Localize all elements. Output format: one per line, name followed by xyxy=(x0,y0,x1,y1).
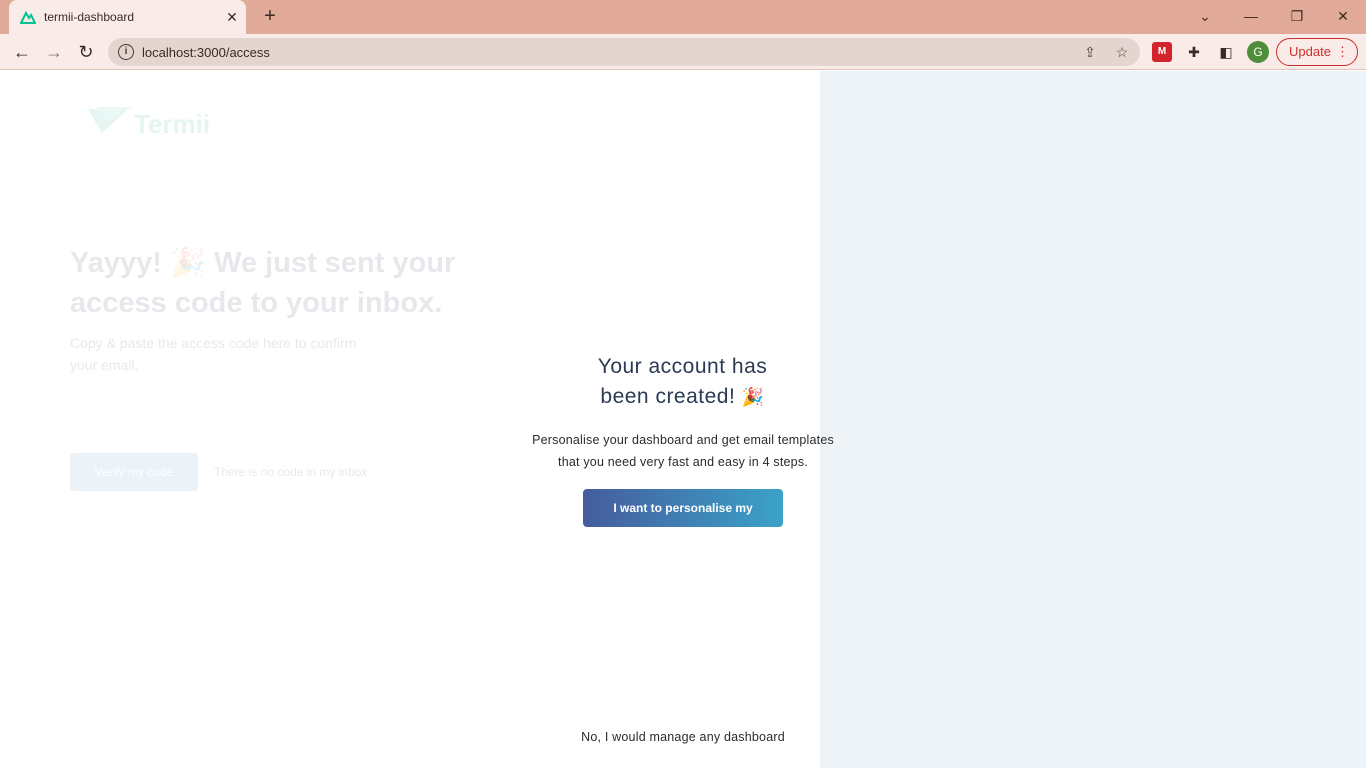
extension-icon[interactable]: M xyxy=(1152,42,1172,62)
minimize-icon[interactable]: — xyxy=(1237,4,1265,28)
party-popper-icon: 🎉 xyxy=(741,387,765,407)
tab-title: termii-dashboard xyxy=(44,10,135,24)
avatar[interactable]: G xyxy=(1247,41,1269,63)
puzzle-icon[interactable]: ✚ xyxy=(1184,42,1204,62)
url-text[interactable]: localhost:3000/access xyxy=(142,45,270,60)
share-icon[interactable]: ⇪ xyxy=(1082,44,1098,60)
background-subtitle: Copy & paste the access code here to con… xyxy=(70,335,357,373)
nuxt-icon xyxy=(20,10,36,24)
forward-icon[interactable]: → xyxy=(42,40,66,64)
page-content: Termii Yayyy! 🎉 We just sent your access… xyxy=(0,71,1366,768)
personalise-dashboard-button[interactable]: I want to personalise my dashboard xyxy=(583,489,783,553)
modal-title-line2-wrap: been created! 🎉 xyxy=(560,382,805,412)
menu-dots-icon: ⋮ xyxy=(1336,44,1349,59)
no-code-link: There is no code in my inbox xyxy=(214,465,368,479)
verify-code-button: Verify my code xyxy=(70,453,198,491)
info-icon[interactable]: i xyxy=(118,44,134,60)
modal-description-line2: that you need very fast and easy in 4 st… xyxy=(558,455,808,469)
right-panel xyxy=(820,71,1366,768)
tab-search-icon[interactable]: ⌄ xyxy=(1191,4,1219,28)
modal-description: Personalise your dashboard and get email… xyxy=(510,429,856,473)
browser-tab[interactable]: termii-dashboard ✕ xyxy=(9,0,246,34)
modal-title-line1: Your account has xyxy=(597,355,768,378)
logo-text: Termii xyxy=(134,109,211,139)
modal-title: Your account has been created! 🎉 xyxy=(560,352,805,412)
background-title: Yayyy! 🎉 We just sent your access code t… xyxy=(70,247,456,319)
update-button[interactable]: Update ⋮ xyxy=(1276,38,1358,66)
modal-title-line2: been created! xyxy=(600,385,736,408)
modal-description-line1: Personalise your dashboard and get email… xyxy=(532,433,834,447)
window-close-icon[interactable]: ✕ xyxy=(1329,4,1357,28)
reload-icon[interactable]: ↻ xyxy=(74,40,98,64)
side-panel-icon[interactable]: ◧ xyxy=(1216,42,1236,62)
browser-toolbar: ← → ↻ i localhost:3000/access ⇪ ☆ M ✚ ◧ … xyxy=(0,34,1366,70)
address-bar[interactable]: i localhost:3000/access ⇪ ☆ xyxy=(108,38,1140,66)
update-label: Update xyxy=(1289,44,1331,59)
new-tab-icon[interactable]: + xyxy=(259,6,281,28)
logo-icon xyxy=(88,107,132,133)
termii-logo: Termii xyxy=(86,105,216,139)
back-icon[interactable]: ← xyxy=(10,40,34,64)
restore-icon[interactable]: ❐ xyxy=(1283,4,1311,28)
browser-tab-bar: termii-dashboard ✕ + ⌄ — ❐ ✕ xyxy=(0,0,1366,34)
skip-personalisation-link[interactable]: No, I would manage any dashboard xyxy=(560,730,806,744)
close-icon[interactable]: ✕ xyxy=(223,8,241,26)
star-icon[interactable]: ☆ xyxy=(1114,44,1130,60)
